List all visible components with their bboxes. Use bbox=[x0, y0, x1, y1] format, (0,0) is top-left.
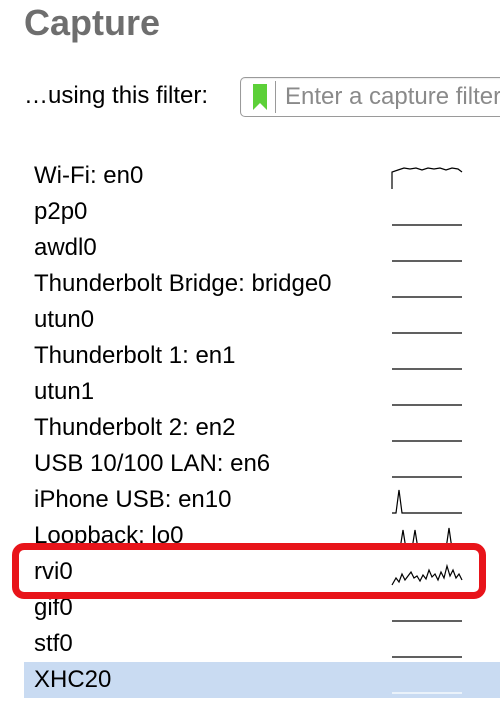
interface-row[interactable]: Thunderbolt 2: en2 bbox=[24, 410, 500, 446]
interface-row[interactable]: Wi-Fi: en0 bbox=[24, 158, 500, 194]
sparkline-path bbox=[391, 167, 463, 189]
traffic-sparkline bbox=[392, 332, 462, 334]
filter-label: …using this filter: bbox=[24, 82, 209, 109]
interface-row[interactable]: Thunderbolt Bridge: bridge0 bbox=[24, 266, 500, 302]
interface-row[interactable]: Loopback: lo0 bbox=[24, 518, 500, 554]
interface-row[interactable]: p2p0 bbox=[24, 194, 500, 230]
interface-name: Thunderbolt 1: en1 bbox=[34, 342, 236, 369]
traffic-sparkline bbox=[392, 368, 462, 370]
interface-row[interactable]: stf0 bbox=[24, 626, 500, 662]
capture-filter-input[interactable] bbox=[285, 82, 500, 112]
interface-name: stf0 bbox=[34, 630, 73, 657]
interface-row[interactable]: USB 10/100 LAN: en6 bbox=[24, 446, 500, 482]
interface-name: Loopback: lo0 bbox=[34, 522, 184, 549]
interface-row[interactable]: utun1 bbox=[24, 374, 500, 410]
interface-name: p2p0 bbox=[34, 198, 88, 225]
sparkline-path bbox=[392, 489, 462, 514]
interface-name: rvi0 bbox=[34, 558, 73, 585]
traffic-sparkline bbox=[392, 489, 462, 514]
traffic-sparkline bbox=[392, 440, 462, 442]
interface-list[interactable]: Wi-Fi: en0 p2p0 awdl0 Thunderbolt Bridge: b… bbox=[24, 158, 500, 698]
interface-name: Wi-Fi: en0 bbox=[34, 162, 144, 189]
traffic-sparkline bbox=[392, 527, 462, 550]
interface-name: Thunderbolt 2: en2 bbox=[34, 414, 236, 441]
interface-row[interactable]: XHC20 bbox=[24, 662, 500, 698]
traffic-sparkline bbox=[392, 296, 462, 298]
interface-row[interactable]: utun0 bbox=[24, 302, 500, 338]
traffic-sparkline bbox=[392, 656, 462, 658]
filter-bookmark-button[interactable] bbox=[245, 81, 276, 113]
interface-row[interactable]: rvi0 bbox=[24, 554, 500, 590]
traffic-sparkline bbox=[392, 260, 462, 262]
interface-row[interactable]: awdl0 bbox=[24, 230, 500, 266]
section-title: Capture bbox=[24, 2, 161, 43]
interface-name: Thunderbolt Bridge: bridge0 bbox=[34, 270, 332, 297]
bookmark-icon bbox=[253, 84, 267, 110]
traffic-sparkline bbox=[391, 167, 463, 189]
capture-filter-field[interactable] bbox=[240, 77, 500, 117]
interface-name: utun1 bbox=[34, 378, 95, 405]
interface-name: XHC20 bbox=[34, 666, 112, 693]
interface-row[interactable]: iPhone USB: en10 bbox=[24, 482, 500, 518]
traffic-sparkline bbox=[391, 563, 463, 586]
sparkline-path bbox=[392, 527, 462, 550]
sparkline-path bbox=[391, 563, 463, 586]
interface-name: iPhone USB: en10 bbox=[34, 486, 232, 513]
traffic-sparkline bbox=[392, 404, 462, 406]
traffic-sparkline bbox=[392, 620, 462, 622]
interface-name: utun0 bbox=[34, 306, 95, 333]
interface-name: USB 10/100 LAN: en6 bbox=[34, 450, 271, 477]
traffic-sparkline bbox=[392, 476, 462, 478]
interface-name: awdl0 bbox=[34, 234, 97, 261]
interface-name: gif0 bbox=[34, 594, 73, 621]
traffic-sparkline bbox=[392, 692, 462, 694]
interface-row[interactable]: gif0 bbox=[24, 590, 500, 626]
traffic-sparkline bbox=[392, 224, 462, 226]
interface-row[interactable]: Thunderbolt 1: en1 bbox=[24, 338, 500, 374]
